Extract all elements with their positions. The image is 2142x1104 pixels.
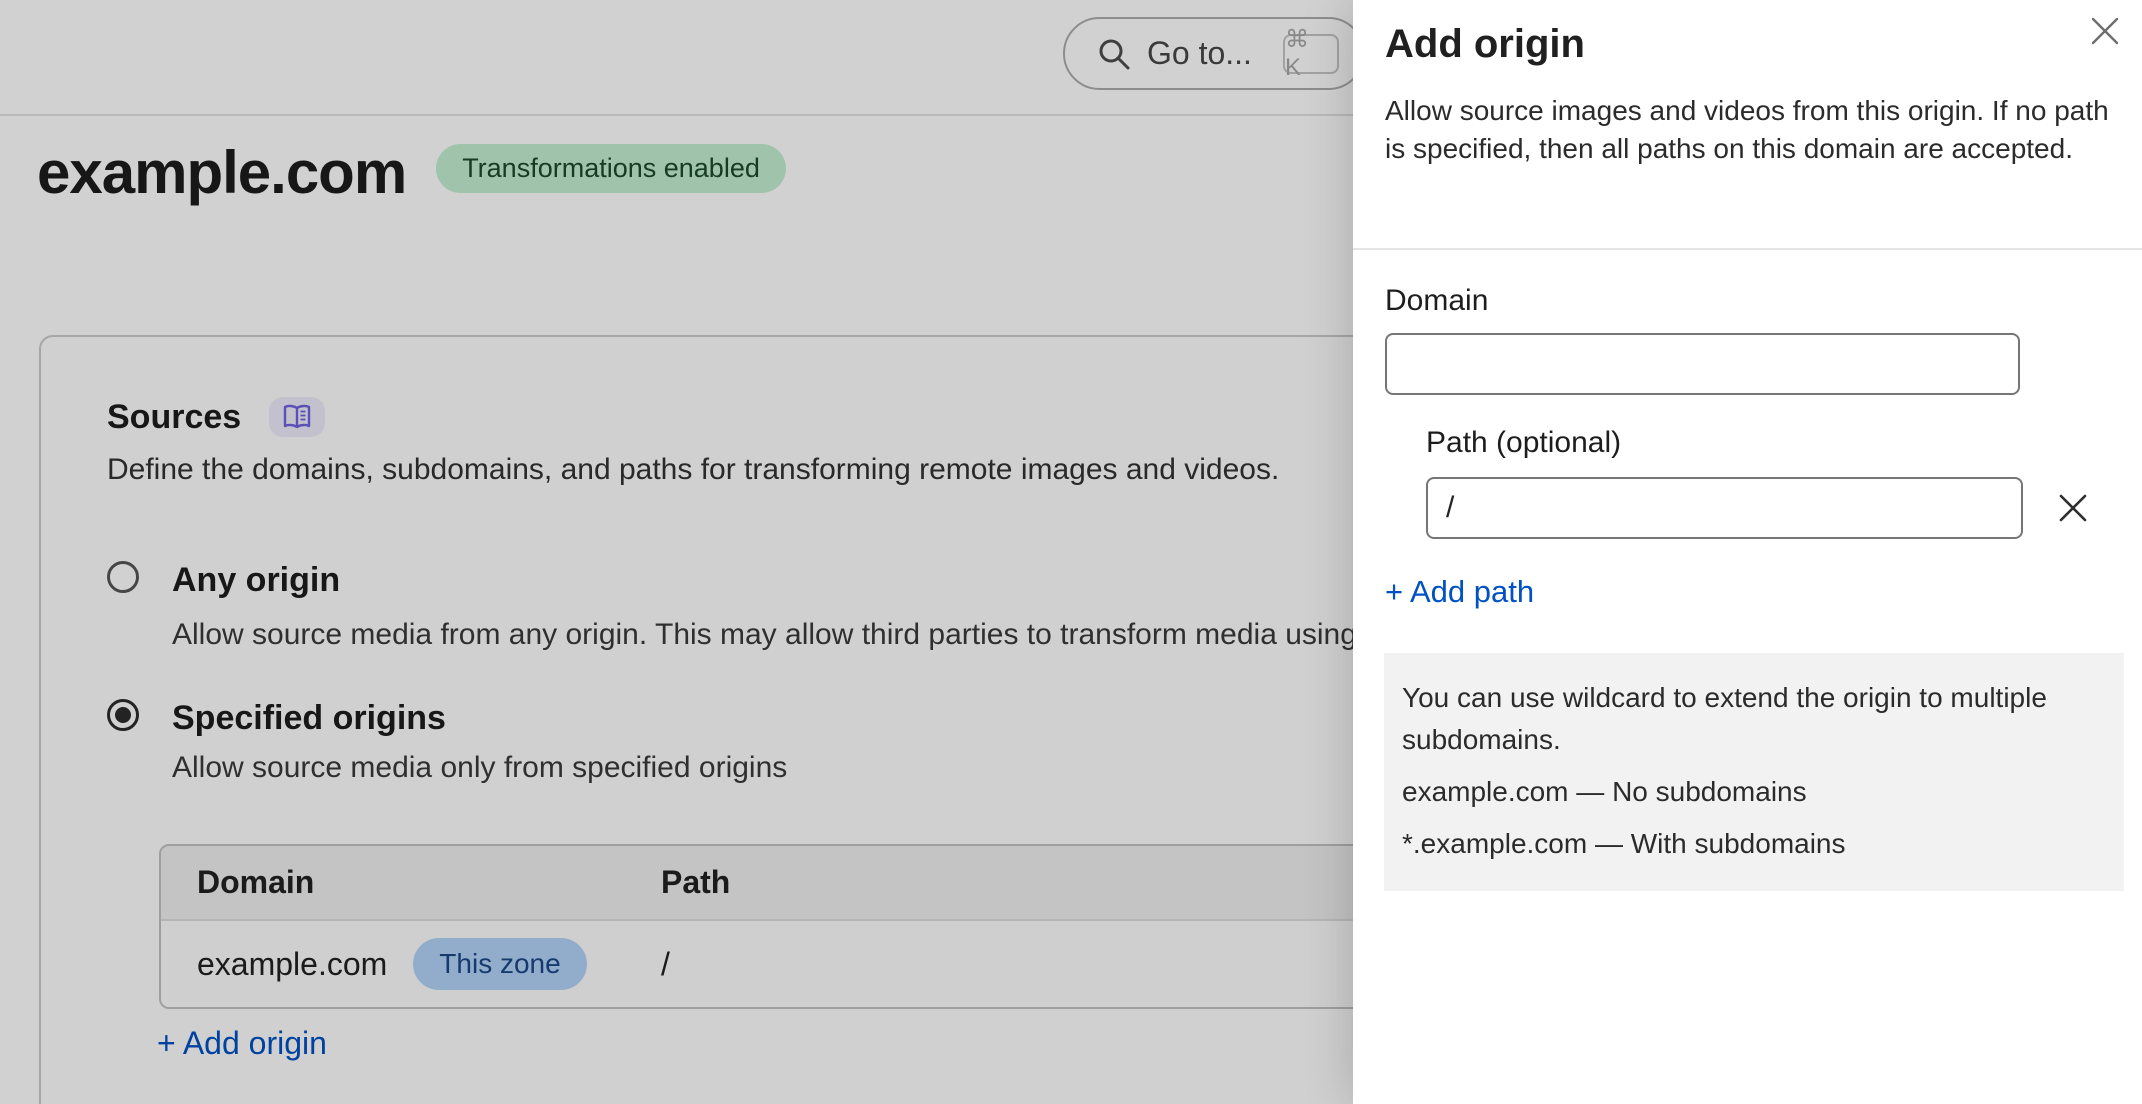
drawer-divider: [1353, 248, 2142, 250]
add-origin-drawer: Add origin Allow source images and video…: [1353, 0, 2142, 1104]
close-icon: [2090, 16, 2120, 46]
wildcard-hint-box: You can use wildcard to extend the origi…: [1384, 653, 2124, 891]
add-path-link[interactable]: + Add path: [1385, 574, 1534, 610]
drawer-description: Allow source images and videos from this…: [1385, 92, 2116, 168]
wildcard-example-with-subdomains: *.example.com — With subdomains: [1402, 823, 2106, 865]
path-field-label: Path (optional): [1426, 426, 1621, 460]
domain-field-label: Domain: [1385, 284, 1488, 318]
path-input[interactable]: [1426, 477, 2023, 539]
drawer-title: Add origin: [1385, 22, 1585, 67]
remove-path-button[interactable]: [2050, 485, 2096, 531]
wildcard-hint-intro: You can use wildcard to extend the origi…: [1402, 677, 2106, 761]
wildcard-example-no-subdomains: example.com — No subdomains: [1402, 771, 2106, 813]
domain-input[interactable]: [1385, 333, 2020, 395]
remove-icon: [2057, 492, 2089, 524]
close-drawer-button[interactable]: [2082, 8, 2128, 54]
